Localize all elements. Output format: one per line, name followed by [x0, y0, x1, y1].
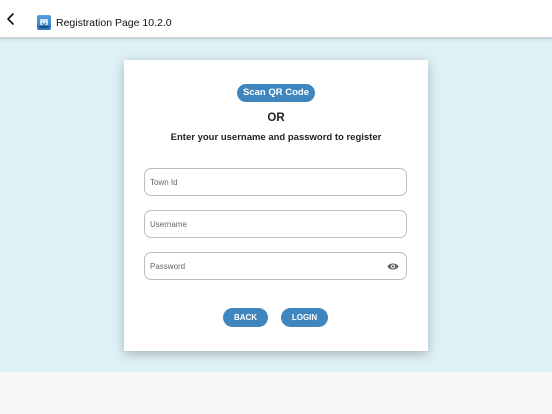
top-bar: Registration Page 10.2.0 [0, 0, 552, 38]
login-button[interactable]: LOGIN [281, 308, 328, 327]
town-id-input[interactable] [150, 169, 380, 195]
back-button[interactable]: BACK [223, 308, 268, 327]
password-input[interactable] [150, 253, 380, 279]
username-field[interactable] [144, 210, 407, 238]
or-separator: OR [267, 112, 285, 124]
registration-card: Scan QR Code OR Enter your username and … [124, 60, 428, 351]
chevron-left-icon[interactable] [4, 12, 18, 26]
password-field[interactable] [144, 252, 407, 280]
username-input[interactable] [150, 211, 380, 237]
town-id-field[interactable] [144, 168, 407, 196]
instruction-text: Enter your username and password to regi… [170, 132, 382, 143]
page-title: Registration Page 10.2.0 [56, 17, 172, 29]
eye-icon[interactable] [387, 262, 399, 271]
scan-qr-code-button[interactable]: Scan QR Code [237, 84, 315, 102]
app-download-icon [37, 15, 51, 30]
